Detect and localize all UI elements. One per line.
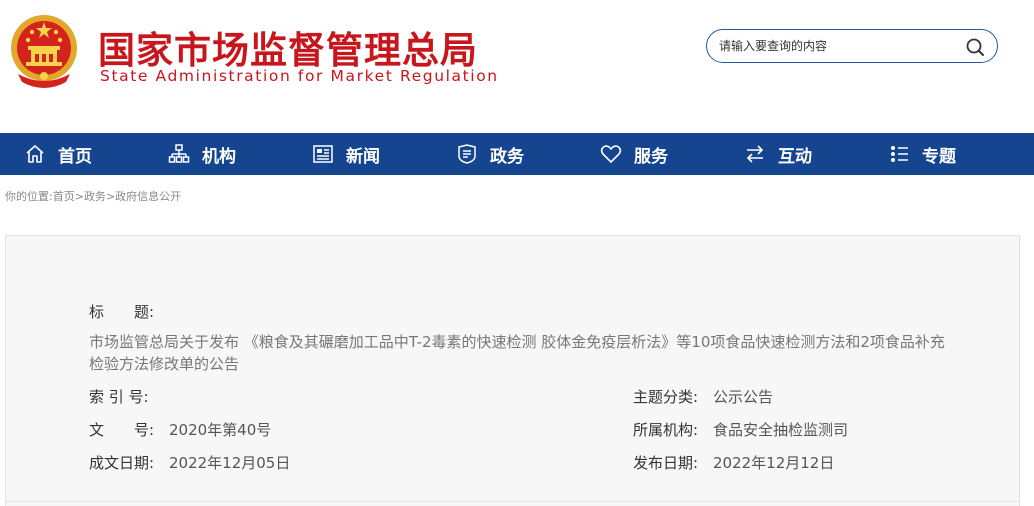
created-date-value: 2022年12月05日	[169, 454, 291, 472]
doc-number-label: 文 号:	[89, 421, 155, 439]
published-date-value: 2022年12月12日	[713, 454, 835, 472]
org-chart-icon	[168, 143, 190, 165]
national-emblem-logo[interactable]	[8, 12, 80, 90]
nav-item-service[interactable]: 服务	[600, 133, 668, 175]
nav-label-topics: 专题	[922, 146, 956, 167]
site-title-en: State Administration for Market Regulati…	[100, 67, 499, 85]
breadcrumb-home[interactable]: 首页	[53, 190, 75, 203]
panel-divider	[6, 501, 1019, 502]
category-value: 公示公告	[713, 388, 774, 406]
heart-icon	[600, 143, 622, 165]
doc-number-value: 2020年第40号	[169, 421, 272, 439]
nav-item-affairs[interactable]: 政务	[456, 133, 524, 175]
category-label: 主题分类:	[633, 388, 699, 406]
nav-label-org: 机构	[202, 146, 236, 167]
nav-label-service: 服务	[634, 146, 668, 167]
home-icon	[24, 143, 46, 165]
nav-item-org[interactable]: 机构	[168, 133, 236, 175]
search-input[interactable]	[719, 37, 959, 55]
nav-label-home: 首页	[58, 146, 92, 167]
breadcrumb-prefix: 你的位置:	[5, 190, 53, 203]
nav-label-interact: 互动	[778, 146, 812, 167]
nav-item-interact[interactable]: 互动	[744, 133, 812, 175]
breadcrumb-affairs[interactable]: 政务	[84, 190, 106, 203]
newspaper-icon	[312, 143, 334, 165]
document-title: 市场监管总局关于发布 《粮食及其碾磨加工品中T-2毒素的快速检测 胶体金免疫层析…	[89, 333, 945, 373]
exchange-arrows-icon	[744, 143, 766, 165]
nav-item-home[interactable]: 首页	[24, 133, 92, 175]
site-header: 国家市场监督管理总局 State Administration for Mark…	[0, 0, 1034, 133]
search-box	[706, 29, 998, 63]
breadcrumb-gov-info[interactable]: 政府信息公开	[115, 190, 181, 203]
breadcrumb-separator: >	[105, 190, 116, 203]
nav-item-news[interactable]: 新闻	[312, 133, 380, 175]
nav-item-topics[interactable]: 专题	[888, 133, 956, 175]
main-nav: 首页 机构 新闻 政务 服务 互动 专题	[0, 133, 1034, 175]
nav-label-affairs: 政务	[490, 146, 524, 167]
index-label: 索 引 号:	[89, 388, 149, 406]
breadcrumb-separator: >	[74, 190, 84, 203]
org-label: 所属机构:	[633, 421, 699, 439]
created-date-label: 成文日期:	[89, 454, 155, 472]
search-icon[interactable]	[965, 37, 985, 57]
topic-list-icon	[888, 143, 910, 165]
site-title-cn: 国家市场监督管理总局	[98, 29, 478, 72]
title-label: 标 题:	[89, 303, 155, 321]
shield-document-icon	[456, 143, 478, 165]
org-value: 食品安全抽检监测司	[713, 421, 849, 439]
document-info-panel: 标 题: 市场监管总局关于发布 《粮食及其碾磨加工品中T-2毒素的快速检测 胶体…	[5, 235, 1020, 506]
nav-label-news: 新闻	[346, 146, 380, 167]
breadcrumb: 你的位置:首页>政务>政府信息公开	[5, 188, 181, 204]
published-date-label: 发布日期:	[633, 454, 699, 472]
